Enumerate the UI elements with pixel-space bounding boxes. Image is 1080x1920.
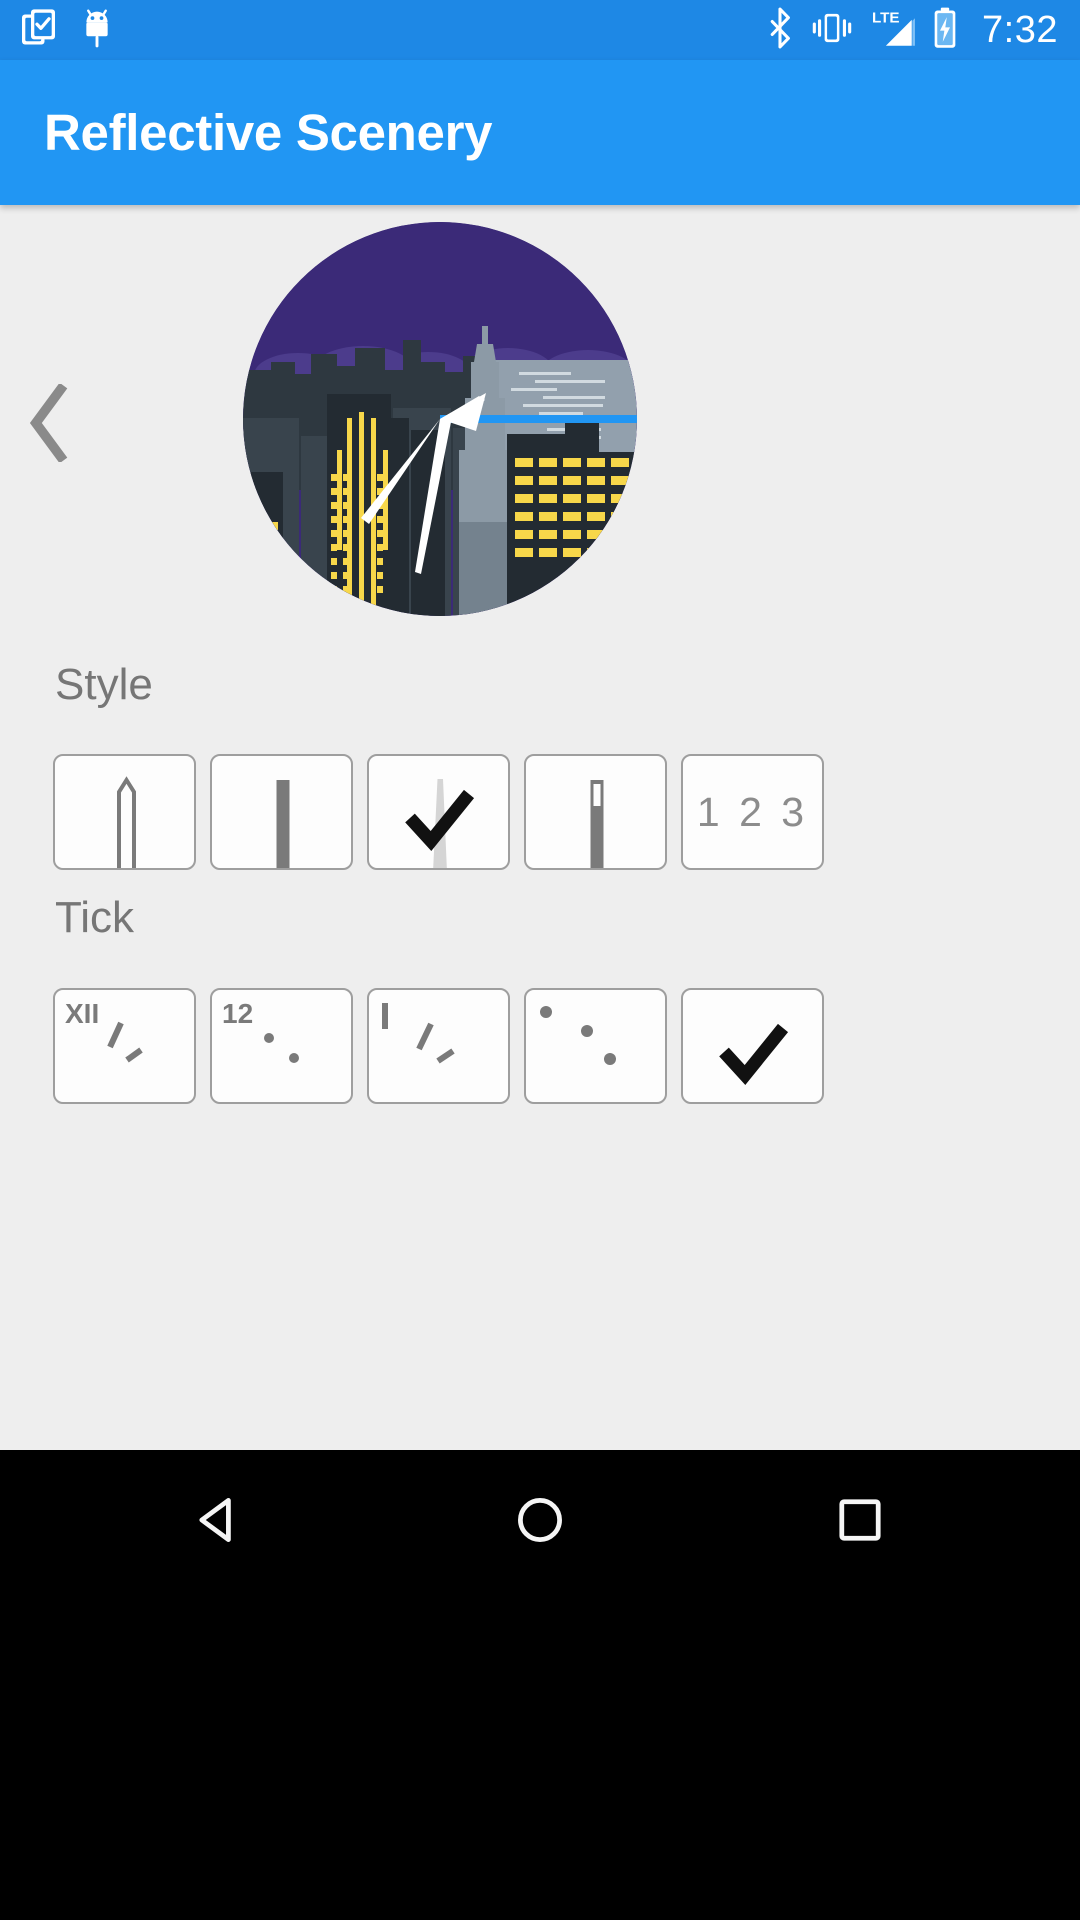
- tick-section-label: Tick: [55, 893, 135, 942]
- clipboard-check-icon: [22, 8, 58, 53]
- bluetooth-icon: [766, 7, 794, 54]
- status-bar-right-icons: LTE 7:32: [766, 7, 1058, 54]
- checkmark-icon: [719, 1023, 789, 1085]
- solid-bar-hand-icon: [276, 780, 290, 868]
- svg-text:LTE: LTE: [872, 9, 900, 26]
- style-option-outline-hand[interactable]: [53, 754, 196, 870]
- app-bar: Reflective Scenery: [0, 60, 1080, 205]
- bar-ticks-icon: [382, 1003, 455, 1064]
- outline-pointed-hand-icon: [117, 776, 136, 868]
- watch-preview-area: [0, 205, 1080, 640]
- tick-option-bars[interactable]: I: [367, 988, 510, 1104]
- watch-face-graphic: [243, 222, 637, 616]
- previous-watchface-button[interactable]: [14, 377, 86, 469]
- style-option-solid-bar[interactable]: [210, 754, 353, 870]
- nav-recents-button[interactable]: [815, 1475, 905, 1565]
- android-bug-icon: [80, 7, 114, 54]
- status-bar-left-icons: [22, 7, 114, 54]
- roman-numeral-ticks-icon: XII: [65, 998, 143, 1063]
- svg-text:XII: XII: [65, 998, 99, 1029]
- recents-square-icon: [839, 1499, 881, 1541]
- nav-home-button[interactable]: [495, 1475, 585, 1565]
- nav-back-button[interactable]: [175, 1475, 265, 1565]
- navigation-buttons: [0, 1460, 1080, 1580]
- notched-bar-hand-icon: [590, 780, 604, 868]
- svg-text:12: 12: [222, 998, 253, 1029]
- style-options-row: 1 2 3: [0, 754, 1080, 870]
- style-option-notched-bar[interactable]: [524, 754, 667, 870]
- style-option-numerals[interactable]: 1 2 3: [681, 754, 824, 870]
- battery-charging-icon: [932, 7, 958, 54]
- status-bar-clock: 7:32: [982, 8, 1058, 51]
- checkmark-icon: [405, 789, 475, 851]
- arabic-numeral-dot-ticks-icon: 12: [222, 998, 299, 1063]
- style-option-tapered[interactable]: [367, 754, 510, 870]
- dot-ticks-icon: [540, 1006, 616, 1065]
- vibrate-icon: [810, 10, 854, 51]
- content-area: Style 1 2 3 Tick XII 12: [0, 205, 1080, 1450]
- watch-face-preview[interactable]: [243, 222, 637, 616]
- tick-option-dots[interactable]: [524, 988, 667, 1104]
- home-circle-icon: [518, 1498, 562, 1542]
- tick-option-none[interactable]: [681, 988, 824, 1104]
- style-section-label: Style: [55, 660, 153, 709]
- style-option-numerals-label: 1 2 3: [696, 788, 809, 835]
- tick-option-roman[interactable]: XII XII: [53, 988, 196, 1104]
- page-title: Reflective Scenery: [44, 104, 493, 161]
- tick-options-row: XII XII 12 12 I: [0, 988, 1080, 1104]
- status-bar: LTE 7:32: [0, 0, 1080, 60]
- android-navigation-bar: [0, 1450, 1080, 1920]
- lte-signal-icon: LTE: [870, 7, 916, 54]
- back-triangle-icon: [199, 1498, 231, 1542]
- chevron-left-icon: [29, 384, 68, 462]
- tick-option-arabic-dots[interactable]: 12 12: [210, 988, 353, 1104]
